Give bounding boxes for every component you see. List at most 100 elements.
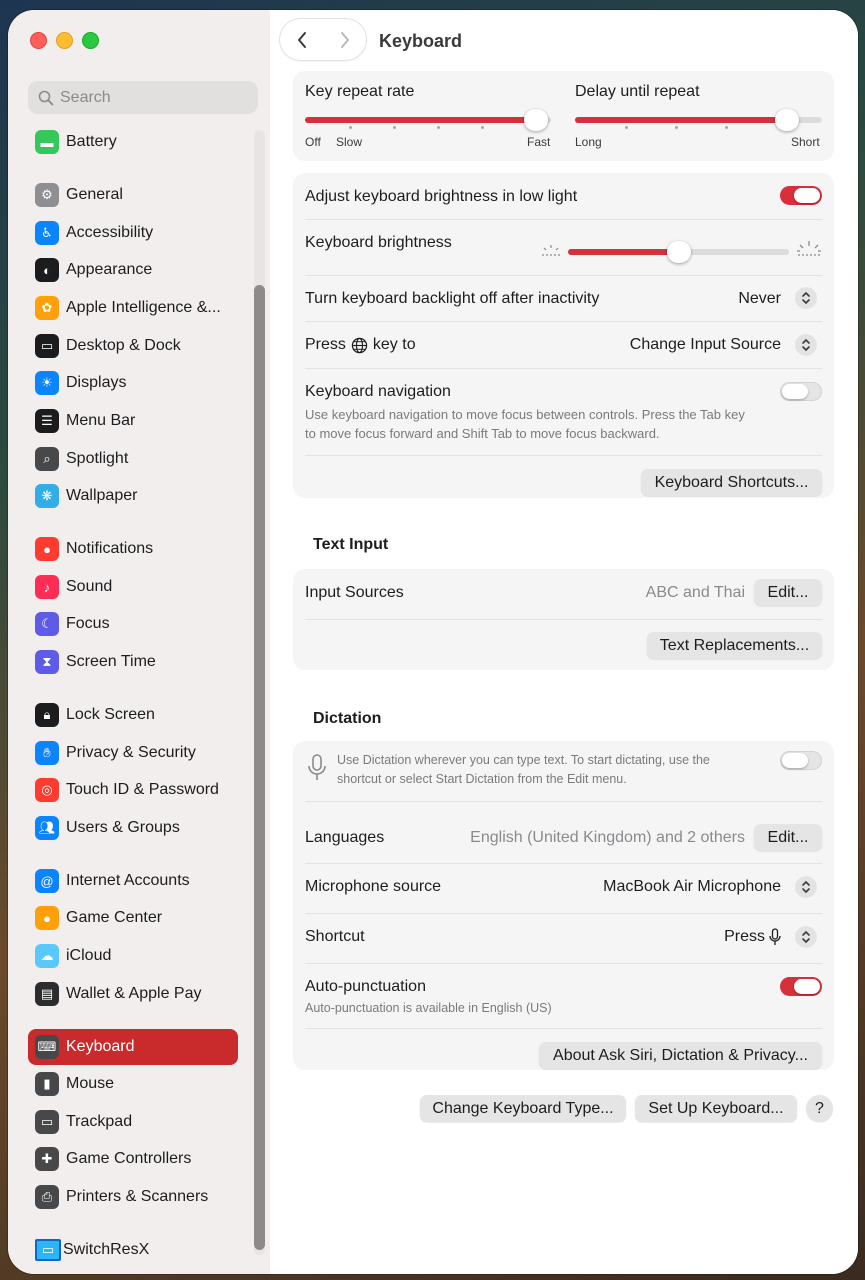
help-button[interactable]: ? [806,1095,833,1122]
slider-tick [481,126,484,129]
minimize-button[interactable] [56,32,73,49]
sidebar-item-keyboard[interactable]: ⌨ Keyboard [28,1029,238,1065]
sidebar-item-apple-intelligence[interactable]: ✿ Apple Intelligence &... [28,290,238,326]
delay-until-repeat-slider[interactable] [575,109,822,131]
shortcut-value[interactable]: Press [693,928,781,946]
change-keyboard-type-button[interactable]: Change Keyboard Type... [420,1095,626,1122]
sidebar-item-label: SwitchResX [63,1241,150,1258]
divider [305,219,822,220]
privacy-hand-icon: ✋︎ [35,741,59,765]
sidebar-item-touch-id-password[interactable]: ◎ Touch ID & Password [28,772,238,808]
sidebar-item-general[interactable]: ⚙ General [28,177,238,213]
close-button[interactable] [30,32,47,49]
sidebar-item-printers-scanners[interactable]: ⎙ Printers & Scanners [28,1179,238,1215]
set-up-keyboard-button[interactable]: Set Up Keyboard... [635,1095,797,1122]
microphone-source-value[interactable]: MacBook Air Microphone [561,878,781,896]
sidebar-item-label: Desktop & Dock [66,337,181,354]
delay-until-repeat-knob[interactable] [775,109,800,131]
game-controller-icon: ✚ [35,1147,59,1171]
backlight-off-stepper[interactable] [795,287,817,309]
sidebar-item-label: Notifications [66,540,154,557]
about-siri-dictation-privacy-button[interactable]: About Ask Siri, Dictation & Privacy... [539,1042,822,1069]
key-repeat-rate-slider[interactable] [305,109,551,131]
sidebar-item-trackpad[interactable]: ▭ Trackpad [28,1104,238,1140]
keyboard-brightness-slider[interactable] [568,241,789,263]
sidebar-item-battery[interactable]: ▬ Battery [28,124,238,160]
sidebar-item-label: Battery [66,133,117,150]
text-input-card: Input Sources ABC and Thai Edit... Text … [293,569,834,670]
dictation-toggle[interactable] [780,751,822,770]
game-center-icon: ● [35,906,59,930]
sidebar-item-wallpaper[interactable]: ❋ Wallpaper [28,478,238,514]
sidebar-item-internet-accounts[interactable]: @ Internet Accounts [28,863,238,899]
sound-icon: ♪ [35,575,59,599]
tick-label-fast: Fast [527,135,551,149]
search-icon [38,90,54,105]
chevron-right-icon [340,31,349,48]
page-title: Keyboard [379,31,463,51]
auto-punctuation-toggle[interactable] [780,977,822,996]
search-field[interactable]: Search [28,81,258,114]
sidebar-item-label: Screen Time [66,653,156,670]
sidebar-item-mouse[interactable]: ▮ Mouse [28,1066,238,1102]
divider [305,368,822,369]
sidebar-item-privacy-security[interactable]: ✋︎ Privacy & Security [28,735,238,771]
keyboard-navigation-toggle[interactable] [780,382,822,401]
globe-icon [351,337,368,353]
sidebar-item-desktop-dock[interactable]: ▭ Desktop & Dock [28,328,238,364]
keyboard-brightness-knob[interactable] [666,241,691,263]
press-key-value[interactable]: Change Input Source [561,336,781,354]
sidebar-item-spotlight[interactable]: ⌕ Spotlight [28,441,238,477]
sidebar-item-label: Lock Screen [66,706,155,723]
sidebar-item-focus[interactable]: ☾ Focus [28,606,238,642]
sidebar-item-game-controllers[interactable]: ✚ Game Controllers [28,1141,238,1177]
sidebar-item-switchresx[interactable]: ▭ SwitchResX [28,1232,238,1268]
sidebar-item-notifications[interactable]: ● Notifications [28,531,238,567]
sidebar-item-label: Apple Intelligence &... [66,299,221,316]
trackpad-icon: ▭ [35,1110,59,1134]
zoom-button[interactable] [82,32,99,49]
back-button[interactable] [280,19,323,60]
sidebar-item-label: Menu Bar [66,412,136,429]
sidebar-item-label: Focus [66,615,110,632]
sidebar-item-label: Appearance [66,261,153,278]
sidebar-item-icloud[interactable]: ☁ iCloud [28,938,238,974]
sidebar-item-users-groups[interactable]: 👥︎ Users & Groups [28,810,238,846]
shortcut-stepper[interactable] [795,926,817,948]
keyboard-brightness-fill [568,249,679,255]
at-icon: @ [35,869,59,893]
tick-label-slow: Slow [336,135,363,149]
backlight-off-label: Turn keyboard backlight off after inacti… [305,290,600,307]
divider [305,1028,822,1029]
key-repeat-rate-knob[interactable] [524,109,549,131]
dictation-card: Use Dictation wherever you can type text… [293,741,834,1070]
focus-icon: ☾ [35,612,59,636]
languages-label: Languages [305,829,385,846]
slider-tick [437,126,440,129]
text-replacements-button[interactable]: Text Replacements... [647,632,822,659]
microphone-source-stepper[interactable] [795,876,817,898]
input-sources-edit-button[interactable]: Edit... [754,579,822,606]
divider [305,963,822,964]
sidebar-item-game-center[interactable]: ● Game Center [28,900,238,936]
sidebar-item-displays[interactable]: ☀ Displays [28,365,238,401]
forward-button[interactable] [323,19,366,60]
press-key-stepper[interactable] [795,334,817,356]
sidebar-scrollbar-thumb[interactable] [254,285,265,1250]
divider [305,863,822,864]
dictation-description: Use Dictation wherever you can type text… [337,753,710,786]
sidebar-item-accessibility[interactable]: ♿ Accessibility [28,215,238,251]
adjust-brightness-toggle[interactable] [780,186,822,205]
sidebar-item-appearance[interactable]: ◐ Appearance [28,252,238,288]
toggle-knob [782,753,808,768]
sidebar-item-sound[interactable]: ♪ Sound [28,569,238,605]
sidebar-item-wallet-apple-pay[interactable]: ▤ Wallet & Apple Pay [28,976,238,1012]
sidebar-item-lock-screen[interactable]: 🔒︎ Lock Screen [28,697,238,733]
backlight-off-value[interactable]: Never [693,290,781,308]
sidebar-item-menu-bar[interactable]: ☰ Menu Bar [28,403,238,439]
gear-icon: ⚙ [35,183,59,207]
sidebar-item-screen-time[interactable]: ⧗ Screen Time [28,644,238,680]
keyboard-shortcuts-button[interactable]: Keyboard Shortcuts... [641,469,822,496]
tick-label-short: Short [791,135,820,149]
languages-edit-button[interactable]: Edit... [754,824,822,851]
